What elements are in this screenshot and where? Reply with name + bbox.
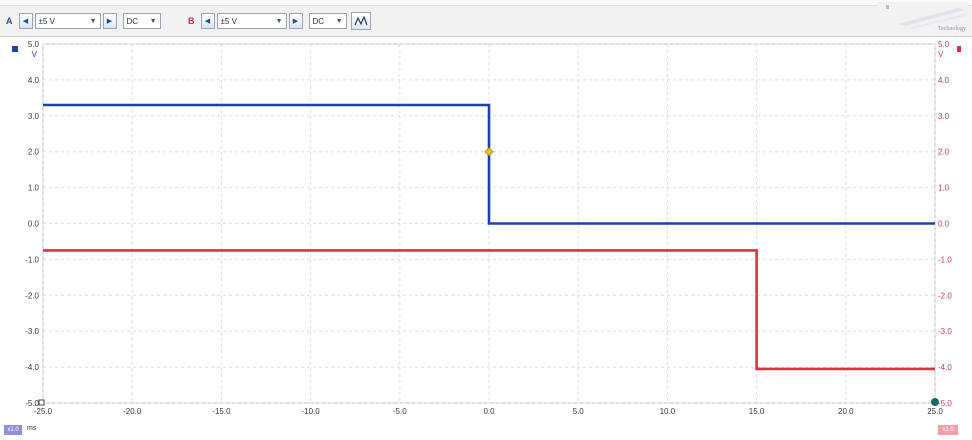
trigger-settings-button[interactable] [350,12,371,30]
y-tick-label-left: -3.0 [25,327,39,336]
logo-text: Technology [937,26,966,32]
channel-a-range-down-button[interactable]: ◀ [18,13,33,29]
x-tick-label: 25.0 [927,407,943,416]
x-unit-label: ms [27,425,37,432]
x-tick-label: -20.0 [123,407,142,416]
chevron-down-icon: ▼ [275,17,283,25]
left-axis-unit: V [32,50,38,59]
y-tick-label-left: 5.0 [28,40,40,49]
brand-logo: Technology [878,2,968,34]
channel-b-range-down-button[interactable]: ◀ [200,13,215,29]
channel-a-axis-marker[interactable] [12,46,18,52]
right-ruler-handle[interactable] [931,398,939,406]
y-tick-label-left: 0.0 [28,220,40,229]
chevron-down-icon: ▼ [89,17,97,25]
y-tick-label-right: 4.0 [938,76,950,85]
x-tick-label: 20.0 [838,407,854,416]
channel-a-coupling-select[interactable]: DC ▼ [122,13,161,29]
channel-b-controls: B ◀ ±5 V ▼ ▶ DC ▼ [188,12,371,30]
y-tick-label-right: -2.0 [938,291,952,300]
y-tick-label-right: -4.0 [938,363,952,372]
y-tick-label-left: 3.0 [28,112,40,121]
x-tick-label: -15.0 [212,407,231,416]
channel-b-axis-marker[interactable] [957,46,961,52]
y-tick-label-right: 2.0 [938,148,950,157]
channel-a-range-value: ±5 V [38,16,55,26]
oscilloscope-chart[interactable]: 5.0 4.0 3.0 2.0 1.0 0.0 -1.0 -2.0 -3.0 -4.0 -5.0 5.… [0,36,972,438]
left-arrow-icon: ◀ [22,18,29,25]
right-axis-unit: V [938,50,944,59]
channel-b-coupling-value: DC [312,16,325,26]
left-zoom-badge[interactable]: x1.0 [4,425,22,435]
left-arrow-icon: ◀ [204,18,211,25]
x-tick-label: 15.0 [749,407,765,416]
toolbar: A ◀ ±5 V ▼ ▶ DC ▼ B ◀ ±5 V ▼ ▶ DC ▼ Tech… [0,0,972,37]
x-tick-label: -10.0 [301,407,320,416]
chevron-down-icon: ▼ [149,17,157,25]
y-tick-label-right: 1.0 [938,184,950,193]
waveform-trigger-icon [353,16,368,26]
channel-a-range-up-button[interactable]: ▶ [102,13,117,29]
y-tick-label-right: 0.0 [938,220,950,229]
scope-plot-area[interactable]: 5.0 4.0 3.0 2.0 1.0 0.0 -1.0 -2.0 -3.0 -4.0 -5.0 5.… [0,36,972,438]
y-tick-label-left: -4.0 [25,363,39,372]
y-tick-label-right: -1.0 [938,255,952,264]
channel-b-range-value: ±5 V [220,16,237,26]
right-arrow-icon: ▶ [292,18,299,25]
y-tick-label-left: -2.0 [25,291,39,300]
channel-b-coupling-select[interactable]: DC ▼ [308,13,347,29]
channel-b-label[interactable]: B [188,16,195,26]
x-tick-label: -5.0 [393,407,407,416]
channel-a-range-select[interactable]: ±5 V ▼ [34,13,101,29]
channel-a-controls: A ◀ ±5 V ▼ ▶ DC ▼ [6,12,161,30]
right-arrow-icon: ▶ [106,18,113,25]
x-tick-label: 0.0 [483,407,495,416]
y-tick-label-left: 2.0 [28,148,40,157]
right-zoom-badge[interactable]: x1.0 [938,425,958,435]
channel-a-coupling-value: DC [126,16,139,26]
y-tick-label-right: 3.0 [938,112,950,121]
y-tick-label-right: -3.0 [938,327,952,336]
x-tick-label: 5.0 [573,407,585,416]
channel-b-range-up-button[interactable]: ▶ [288,13,303,29]
y-tick-label-left: 4.0 [28,76,40,85]
left-ruler-handle[interactable] [38,399,45,406]
x-tick-label: 10.0 [660,407,676,416]
y-tick-label-left: 1.0 [28,184,40,193]
x-tick-label: -25.0 [34,407,53,416]
y-tick-label-left: -1.0 [25,255,39,264]
y-tick-label-right: 5.0 [938,40,950,49]
channel-a-label[interactable]: A [6,16,13,26]
title-strip [0,0,972,6]
channel-b-range-select[interactable]: ±5 V ▼ [216,13,287,29]
chevron-down-icon: ▼ [335,17,343,25]
